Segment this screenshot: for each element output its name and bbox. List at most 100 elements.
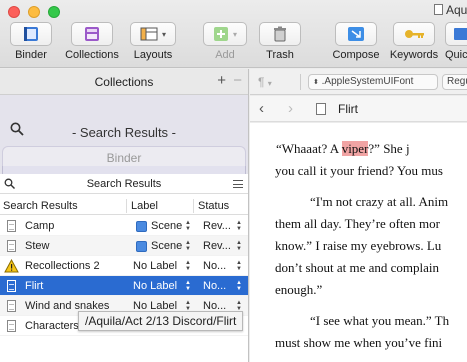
highlighted-word: viper <box>341 141 369 156</box>
window-title-text: Aquila <box>446 3 467 17</box>
chevron-updown-icon[interactable]: ▲ ▼ <box>236 260 242 272</box>
table-row[interactable]: Stew Scene ▲ ▼ Rev... ▲ ▼ <box>0 236 248 256</box>
key-icon <box>405 30 424 38</box>
document-icon <box>7 220 16 232</box>
line-text: “I see what you mean.” Th <box>310 313 450 328</box>
minimize-window-button[interactable] <box>28 6 40 18</box>
paragraph-style-button[interactable]: ¶ ▾ <box>258 75 272 89</box>
binder-button[interactable] <box>10 22 52 46</box>
add-collection-button[interactable]: + <box>217 72 226 89</box>
keywords-label: Keywords <box>389 49 439 61</box>
row-label-select[interactable]: No Label <box>133 280 183 292</box>
quick-reference-label: Quic <box>445 49 467 61</box>
trash-button[interactable] <box>259 22 301 46</box>
keywords-button[interactable] <box>393 22 435 46</box>
column-header-label[interactable]: Label <box>131 200 158 212</box>
editor-line: “Whaaat? A viper?” She j <box>276 140 410 158</box>
column-divider[interactable] <box>126 199 127 213</box>
tab-search-results-label: - Search Results - <box>71 125 177 140</box>
row-status-select[interactable]: No... <box>203 280 231 292</box>
line-text: them all day. They’re often mor <box>275 216 440 231</box>
menu-icon[interactable] <box>233 180 243 188</box>
editor-line: must show me when you’ve fini <box>275 334 442 352</box>
quick-reference-button[interactable] <box>445 22 467 46</box>
column-header: Search Results Label Status <box>0 197 248 215</box>
font-style-select[interactable]: Regular <box>442 74 467 90</box>
row-title: Recollections 2 <box>25 260 100 272</box>
font-family-value: .AppleSystemUIFont <box>321 76 414 87</box>
table-row[interactable]: Camp Scene ▲ ▼ Rev... ▲ ▼ <box>0 216 248 236</box>
editor-line: you call it your friend? You mus <box>275 162 443 180</box>
chevron-updown-icon[interactable]: ▲ ▼ <box>185 260 191 272</box>
remove-collection-button[interactable]: − <box>233 72 242 89</box>
compose-button[interactable] <box>335 22 377 46</box>
chevron-updown-icon[interactable]: ▲ ▼ <box>236 280 242 292</box>
row-label-select[interactable]: Scene <box>151 220 184 232</box>
keywords-toolbar-item[interactable]: Keywords <box>388 22 440 61</box>
line-text: don’t shout at me and complain <box>275 260 440 275</box>
column-header-title[interactable]: Search Results <box>3 200 78 212</box>
collections-label: Collections <box>65 49 119 61</box>
table-row[interactable]: Recollections 2 No Label ▲ ▼ No... ▲ ▼ <box>0 256 248 276</box>
font-style-value: Regular <box>447 76 467 87</box>
quick-reference-toolbar-item[interactable]: Quic <box>445 22 467 61</box>
chevron-down-icon: ▾ <box>161 29 166 39</box>
row-label-select[interactable]: No Label <box>133 260 183 272</box>
layouts-toolbar-item[interactable]: ▾ Layouts <box>129 22 177 61</box>
row-title: Characters <box>25 320 79 332</box>
document-icon <box>7 280 16 292</box>
column-divider[interactable] <box>193 199 194 213</box>
layouts-label: Layouts <box>133 49 173 61</box>
add-button[interactable]: ▾ <box>203 22 247 46</box>
label-color-swatch <box>136 221 147 232</box>
chevron-updown-icon[interactable]: ▲ ▼ <box>185 240 191 252</box>
forward-arrow-icon[interactable]: › <box>288 100 293 117</box>
close-window-button[interactable] <box>8 6 20 18</box>
document-icon <box>7 300 16 312</box>
layouts-icon <box>140 27 158 41</box>
add-toolbar-item[interactable]: ▾ Add <box>202 22 248 61</box>
line-text: know.” I raise my eyebrows. Lu <box>275 238 442 253</box>
zoom-window-button[interactable] <box>48 6 60 18</box>
text-editor[interactable]: “Whaaat? A viper?” She j you call it you… <box>250 123 467 362</box>
compose-label: Compose <box>332 49 380 61</box>
document-icon <box>316 103 326 115</box>
path-tooltip: /Aquila/Act 2/13 Discord/Flirt <box>78 311 244 331</box>
editor-line: enough.” <box>275 281 322 299</box>
back-arrow-icon[interactable]: ‹ <box>259 100 264 117</box>
row-status-select[interactable]: Rev... <box>203 220 231 232</box>
collections-button[interactable] <box>71 22 113 46</box>
binder-label: Binder <box>15 49 47 61</box>
window-title: Aquila <box>434 3 467 17</box>
row-title: Stew <box>25 240 50 252</box>
window-toolbar: Aquila Binder Collections ▾ Layouts ▾ Ad… <box>0 0 467 68</box>
document-icon <box>7 240 16 252</box>
compose-toolbar-item[interactable]: Compose <box>331 22 381 61</box>
chevron-updown-icon[interactable]: ▲ ▼ <box>236 240 242 252</box>
line-text: “I'm not crazy at all. Anim <box>310 194 449 209</box>
table-row-selected[interactable]: Flirt No Label ▲ ▼ No... ▲ ▼ <box>0 276 248 296</box>
binder-icon <box>24 27 38 41</box>
chevron-updown-icon: ⬍ <box>313 79 319 86</box>
row-status-select[interactable]: No... <box>203 260 231 272</box>
add-icon <box>213 27 228 41</box>
line-text: “Whaaat? A <box>276 141 342 156</box>
chevron-updown-icon[interactable]: ▲ ▼ <box>185 280 191 292</box>
chevron-updown-icon[interactable]: ▲ ▼ <box>236 220 242 232</box>
collections-header: Collections + − <box>0 69 248 95</box>
row-status-select[interactable]: Rev... <box>203 240 231 252</box>
row-label-select[interactable]: Scene <box>151 240 184 252</box>
collections-header-title: Collections <box>94 75 154 89</box>
format-bar: ¶ ▾ ⬍ .AppleSystemUIFont Regular <box>250 69 467 95</box>
binder-toolbar-item[interactable]: Binder <box>9 22 53 61</box>
font-family-select[interactable]: ⬍ .AppleSystemUIFont <box>308 74 438 90</box>
column-header-status[interactable]: Status <box>198 200 229 212</box>
editor-doc-title: Flirt <box>338 102 358 116</box>
search-results-header: Search Results <box>0 174 248 194</box>
trash-toolbar-item[interactable]: Trash <box>258 22 302 61</box>
layouts-button[interactable]: ▾ <box>130 22 176 46</box>
chevron-updown-icon[interactable]: ▲ ▼ <box>185 220 191 232</box>
line-text: ?” She j <box>368 141 410 156</box>
collections-toolbar-item[interactable]: Collections <box>61 22 123 61</box>
editor-header: ‹ › Flirt <box>250 96 467 122</box>
